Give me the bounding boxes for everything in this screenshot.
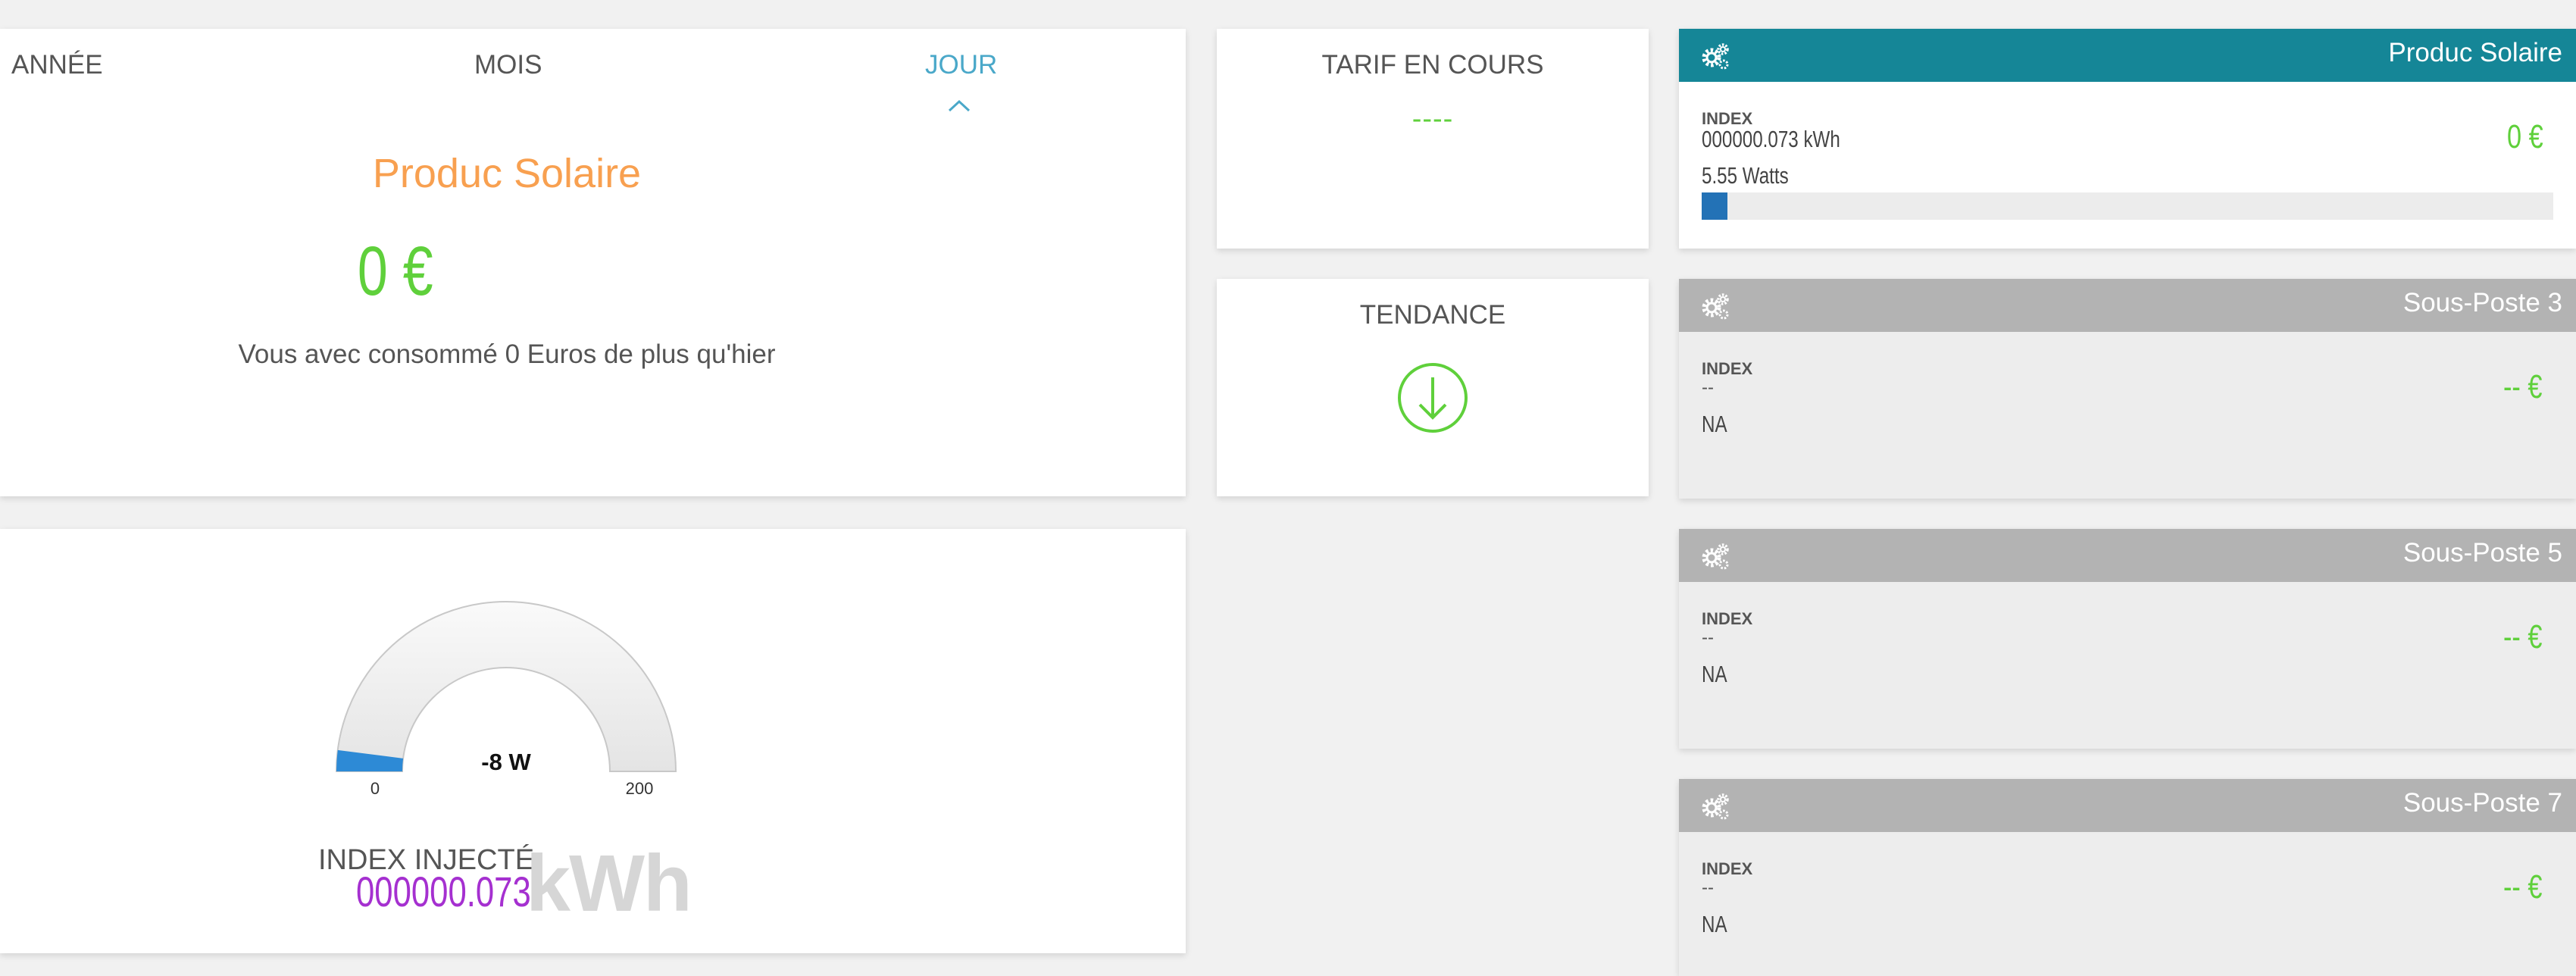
subpost-title: Sous-Poste 3 <box>2402 288 2562 318</box>
index-value: -- <box>1702 877 1714 898</box>
tarif-label: TARIF EN COURS <box>1321 50 1544 80</box>
power-value: NA <box>1702 911 1727 937</box>
subpost-amount: -- € <box>2503 368 2543 405</box>
period-summary-panel: ANNÉE MOIS JOUR Produc Solaire 0 € Vous … <box>0 29 1186 496</box>
power-progress-fill <box>1702 192 1727 220</box>
tab-mois[interactable]: MOIS <box>474 50 542 80</box>
power-progress-bar <box>1702 192 2553 220</box>
subpost-panel-3: Sous-Poste 3 INDEX -- NA -- € <box>1679 279 2576 499</box>
subpost-amount: 0 € <box>2506 118 2543 155</box>
gauge-panel: -8 W 0 200 INDEX INJECTÉ 000000.073 kWh <box>0 529 1186 953</box>
subpost-panel-7: Sous-Poste 7 INDEX -- NA -- € <box>1679 779 2576 976</box>
gauge-max-label: 200 <box>625 779 654 798</box>
index-label: INDEX <box>1702 859 1753 878</box>
index-label: INDEX <box>1702 609 1753 628</box>
subpost-panel-5: Sous-Poste 5 INDEX -- NA -- € <box>1679 529 2576 749</box>
power-value: NA <box>1702 661 1727 687</box>
subpost-panel-1: Produc Solaire INDEX 000000.073 kWh 5.55… <box>1679 29 2576 249</box>
tarif-value: ---- <box>1411 103 1454 135</box>
subpost-title: Sous-Poste 5 <box>2402 538 2562 568</box>
tendance-panel: TENDANCE <box>1217 279 1649 496</box>
index-injecte-value: 000000.073 <box>356 868 531 915</box>
subpost-header: Produc Solaire <box>1679 29 2576 82</box>
arrow-down-circle-icon <box>1398 363 1468 433</box>
index-value: -- <box>1702 377 1714 398</box>
summary-title: Produc Solaire <box>372 151 642 196</box>
subpost-header: Sous-Poste 7 <box>1679 779 2576 832</box>
index-label: INDEX <box>1702 359 1753 378</box>
gauge-track <box>335 601 677 772</box>
settings-gears-icon[interactable] <box>1700 291 1730 321</box>
subpost-header: Sous-Poste 3 <box>1679 279 2576 332</box>
power-value: NA <box>1702 411 1727 437</box>
gauge-min-label: 0 <box>370 779 380 798</box>
chevron-up-icon <box>948 99 971 112</box>
settings-gears-icon[interactable] <box>1700 541 1730 571</box>
settings-gears-icon[interactable] <box>1700 791 1730 821</box>
tab-jour[interactable]: JOUR <box>925 50 997 80</box>
subpost-amount: -- € <box>2503 868 2543 906</box>
gauge-value: -8 W <box>481 749 531 775</box>
tab-annee[interactable]: ANNÉE <box>11 50 103 80</box>
subpost-header: Sous-Poste 5 <box>1679 529 2576 582</box>
index-value: 000000.073 kWh <box>1702 126 1840 152</box>
tendance-label: TENDANCE <box>1359 300 1506 330</box>
summary-amount: 0 € <box>357 233 433 310</box>
summary-message: Vous avec consommé 0 Euros de plus qu'hi… <box>238 339 776 369</box>
power-value: 5.55 Watts <box>1702 162 1789 189</box>
index-injecte-unit: kWh <box>526 839 692 928</box>
tarif-panel: TARIF EN COURS ---- <box>1217 29 1649 249</box>
subpost-title: Sous-Poste 7 <box>2402 788 2562 818</box>
subpost-amount: -- € <box>2503 618 2543 655</box>
settings-gears-icon[interactable] <box>1700 41 1730 71</box>
subpost-title: Produc Solaire <box>2388 38 2562 67</box>
index-value: -- <box>1702 627 1714 648</box>
